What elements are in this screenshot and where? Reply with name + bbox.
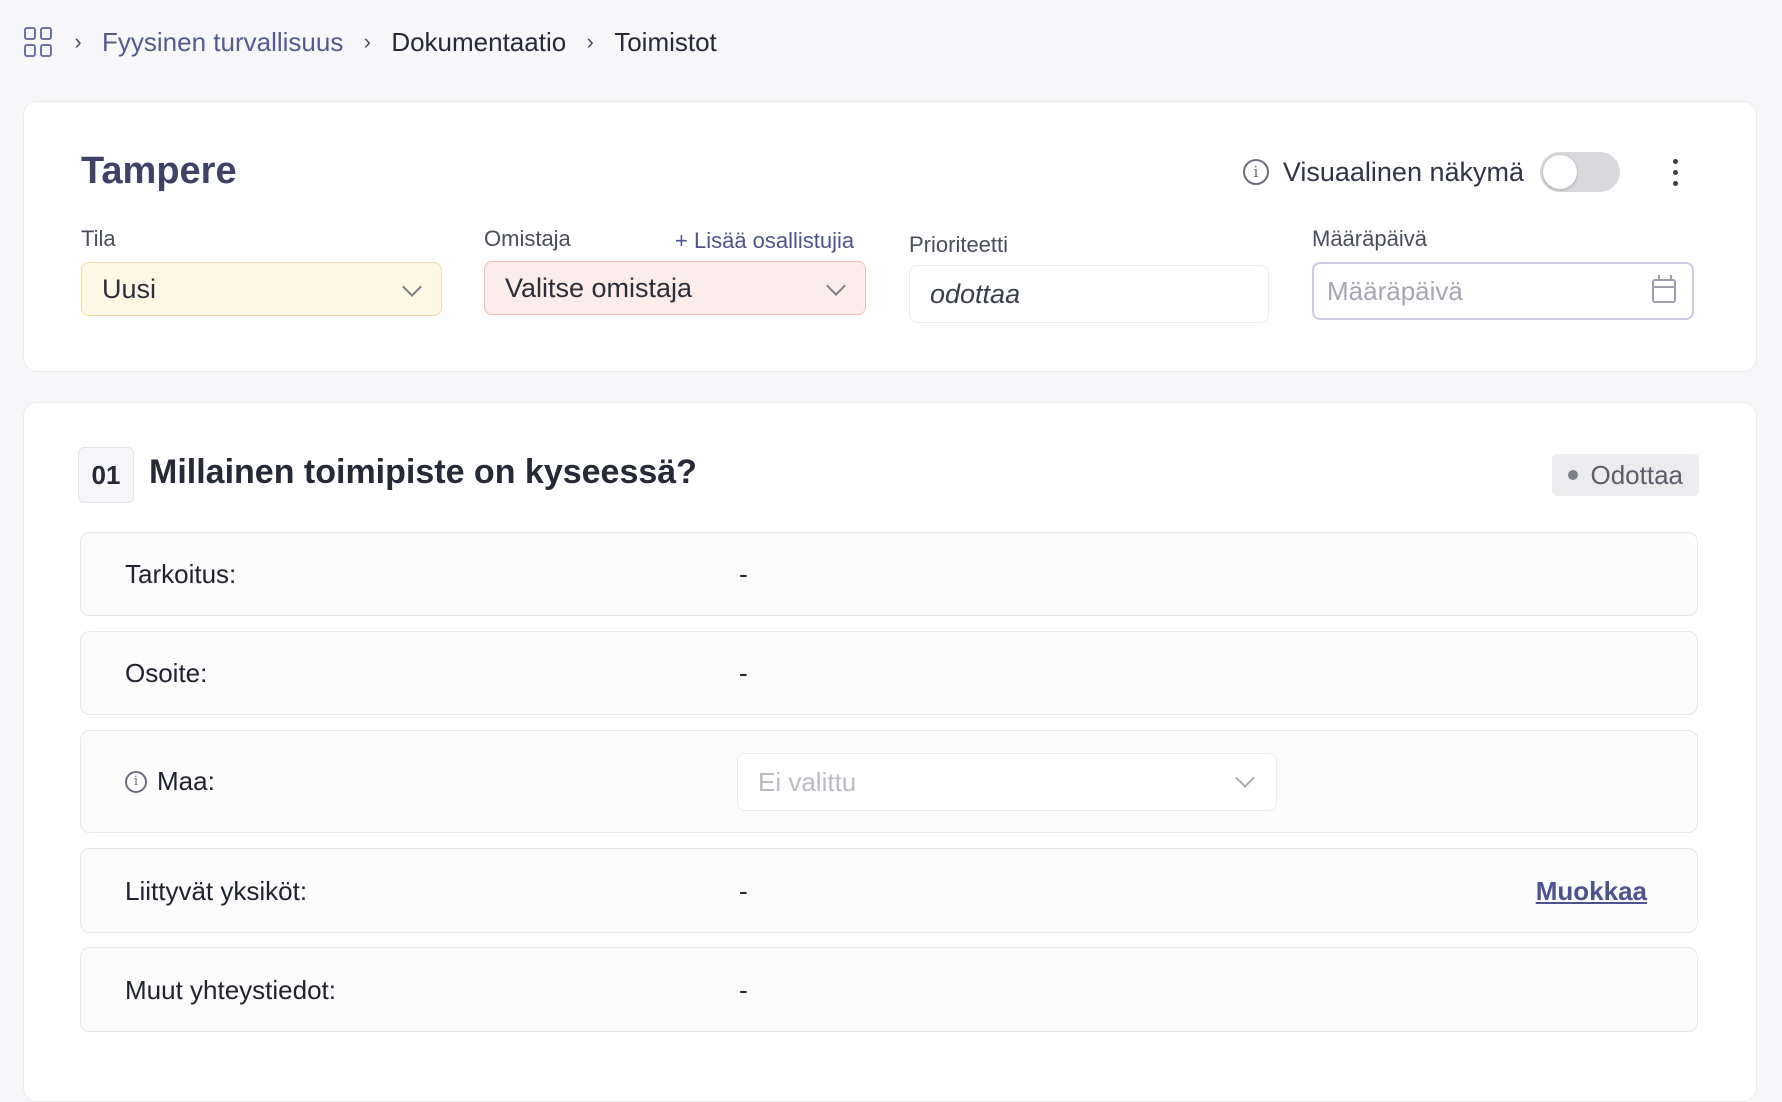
priority-label: Prioriteetti — [909, 232, 1009, 257]
row-value-other-contacts: - — [739, 975, 748, 1005]
list-item: Liittyvät yksiköt: - Muokkaa — [80, 848, 1698, 933]
status-label: Tila — [81, 226, 116, 251]
chevron-down-icon — [826, 276, 846, 296]
row-label-other-contacts: Muut yhteystiedot: — [125, 975, 336, 1005]
breadcrumb: › Fyysinen turvallisuus › Dokumentaatio … — [24, 22, 717, 62]
row-label-purpose: Tarkoitus: — [125, 559, 237, 589]
status-badge-label: Odottaa — [1590, 459, 1683, 490]
due-date-input[interactable]: Määräpäivä — [1312, 262, 1694, 320]
chevron-right-icon: › — [74, 29, 82, 54]
owner-label: Omistaja — [484, 226, 571, 251]
status-select[interactable]: Uusi — [81, 262, 442, 316]
country-select[interactable]: Ei valittu — [737, 753, 1277, 811]
due-date-placeholder: Määräpäivä — [1327, 275, 1463, 306]
question-number: 01 — [78, 447, 134, 503]
row-value-address: - — [739, 658, 748, 688]
chevron-right-icon: › — [586, 29, 594, 54]
status-dot-icon — [1568, 470, 1579, 480]
status-value: Uusi — [102, 273, 157, 304]
info-icon[interactable]: i — [125, 770, 147, 793]
toggle-knob — [1543, 155, 1577, 189]
info-icon[interactable]: i — [1242, 159, 1269, 185]
list-item: i Maa: Ei valittu — [80, 730, 1698, 833]
more-options-icon[interactable] — [1660, 152, 1690, 192]
visual-view-toggle[interactable] — [1540, 152, 1620, 192]
header-actions: i Visuaalinen näkymä — [1242, 150, 1690, 194]
status-badge: Odottaa — [1552, 454, 1699, 496]
chevron-down-icon — [402, 277, 422, 297]
row-label-address: Osoite: — [125, 658, 208, 688]
list-item: Muut yhteystiedot: - — [80, 947, 1698, 1032]
owner-select[interactable]: Valitse omistaja — [484, 261, 866, 315]
apps-grid-icon[interactable] — [24, 27, 54, 57]
visual-view-label: Visuaalinen näkymä — [1282, 156, 1524, 187]
row-value-related-units: - — [739, 876, 748, 906]
edit-related-units-link[interactable]: Muokkaa — [1536, 876, 1647, 907]
calendar-icon[interactable] — [1652, 275, 1676, 303]
breadcrumb-link-physical-security[interactable]: Fyysinen turvallisuus — [102, 27, 343, 58]
question-title: Millainen toimipiste on kyseessä? — [149, 453, 697, 491]
row-value-purpose: - — [739, 559, 748, 589]
add-participants-link[interactable]: + Lisää osallistujia — [675, 228, 854, 254]
record-header-card: Tampere i Visuaalinen näkymä Tila Uusi O… — [23, 101, 1757, 372]
breadcrumb-documentation[interactable]: Dokumentaatio — [391, 27, 566, 58]
row-label-country-text: Maa: — [157, 766, 215, 796]
country-placeholder: Ei valittu — [758, 766, 857, 797]
owner-placeholder: Valitse omistaja — [505, 272, 693, 303]
chevron-right-icon: › — [363, 29, 371, 54]
priority-value: odottaa — [930, 278, 1021, 309]
breadcrumb-offices: Toimistot — [614, 26, 717, 57]
row-label-country: i Maa: — [125, 766, 215, 797]
due-date-label: Määräpäivä — [1312, 226, 1427, 251]
chevron-down-icon — [1235, 768, 1255, 788]
list-item: Osoite: - — [80, 631, 1698, 715]
question-card: 01 Millainen toimipiste on kyseessä? Odo… — [23, 402, 1757, 1102]
page-title: Tampere — [81, 150, 237, 192]
priority-field[interactable]: odottaa — [909, 265, 1269, 323]
list-item: Tarkoitus: - — [80, 532, 1698, 616]
row-label-related-units: Liittyvät yksiköt: — [125, 876, 308, 906]
